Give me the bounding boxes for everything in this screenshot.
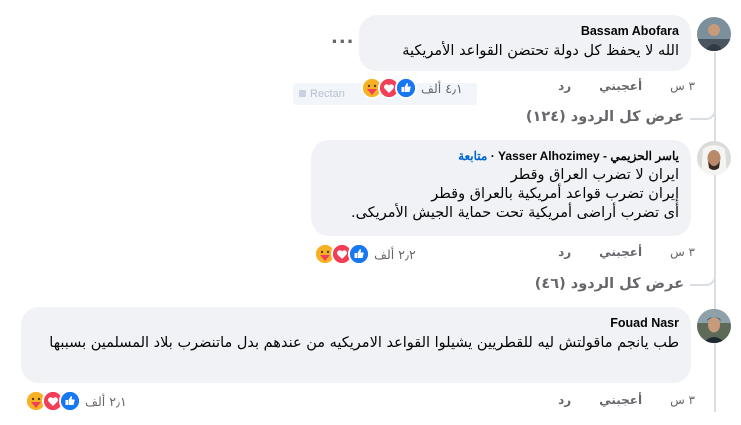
like-button[interactable]: أعجبني: [599, 393, 642, 407]
reaction-count[interactable]: ٤٫١ ألف: [421, 81, 463, 96]
reply-button[interactable]: رد: [558, 245, 571, 259]
reaction-summary[interactable]: ٢٫٢ ألف: [314, 243, 418, 265]
reaction-icons: [314, 243, 370, 265]
comment-text: ايران لا تضرب العراق وقطر إيران تضرب قوا…: [350, 167, 679, 221]
author-name-en[interactable]: Yasser Alhozimey: [498, 149, 600, 163]
reaction-summary[interactable]: ٤٫١ ألف: [361, 77, 465, 99]
comment-time[interactable]: ٣ س: [670, 245, 695, 259]
comment-text: الله لا يحفظ كل دولة تحتضن القواعد الأمر…: [402, 43, 679, 59]
reaction-count[interactable]: ٢٫١ ألف: [85, 394, 127, 409]
comment-bubble: ياسر الحزيمي - Yasser Alhozimey · متابعة…: [311, 140, 691, 236]
reply-button[interactable]: رد: [558, 79, 571, 93]
avatar[interactable]: [697, 309, 731, 343]
like-button[interactable]: أعجبني: [599, 245, 642, 259]
avatar[interactable]: [697, 17, 731, 51]
reaction-summary[interactable]: ٢٫١ ألف: [25, 390, 129, 412]
view-all-replies-button[interactable]: عرض كل الردود (٤٦): [535, 276, 684, 292]
reply-button[interactable]: رد: [558, 393, 571, 407]
follow-dot: ·: [490, 149, 495, 163]
view-all-replies-button[interactable]: عرض كل الردود (١٢٤): [526, 109, 684, 125]
author-name-ar[interactable]: ياسر الحزيمي: [610, 149, 679, 163]
comment-author[interactable]: Fouad Nasr: [33, 315, 679, 331]
comment-bubble: Fouad Nasr طب يانجم ماقولتش ليه للقطريين…: [21, 307, 691, 383]
comment-actions: ٣ س أعجبني رد: [558, 245, 695, 259]
like-button[interactable]: أعجبني: [599, 79, 642, 93]
comment-time[interactable]: ٣ س: [670, 393, 695, 407]
comment-actions: ٣ س أعجبني رد: [558, 79, 695, 93]
comment-actions: ٣ س أعجبني رد: [558, 393, 695, 407]
like-reaction-icon: [348, 243, 370, 265]
reaction-icons: [25, 390, 81, 412]
comment-bubble: Bassam Abofara الله لا يحفظ كل دولة تحتض…: [359, 15, 691, 71]
comment-text: طب يانجم ماقولتش ليه للقطريين يشيلوا الق…: [49, 335, 679, 351]
avatar[interactable]: [697, 141, 731, 175]
author-separator: -: [603, 149, 607, 163]
like-reaction-icon: [59, 390, 81, 412]
like-reaction-icon: [395, 77, 417, 99]
follow-button[interactable]: متابعة: [458, 149, 487, 163]
reaction-icons: [361, 77, 417, 99]
more-options-icon[interactable]: ...: [331, 27, 355, 48]
tooltip-label: Rectan: [310, 88, 345, 100]
comment-author[interactable]: Bassam Abofara: [371, 23, 679, 39]
comment-author: ياسر الحزيمي - Yasser Alhozimey · متابعة: [323, 148, 679, 164]
reaction-count[interactable]: ٢٫٢ ألف: [374, 247, 416, 262]
comment-time[interactable]: ٣ س: [670, 79, 695, 93]
tooltip-shape-icon: [299, 90, 306, 97]
